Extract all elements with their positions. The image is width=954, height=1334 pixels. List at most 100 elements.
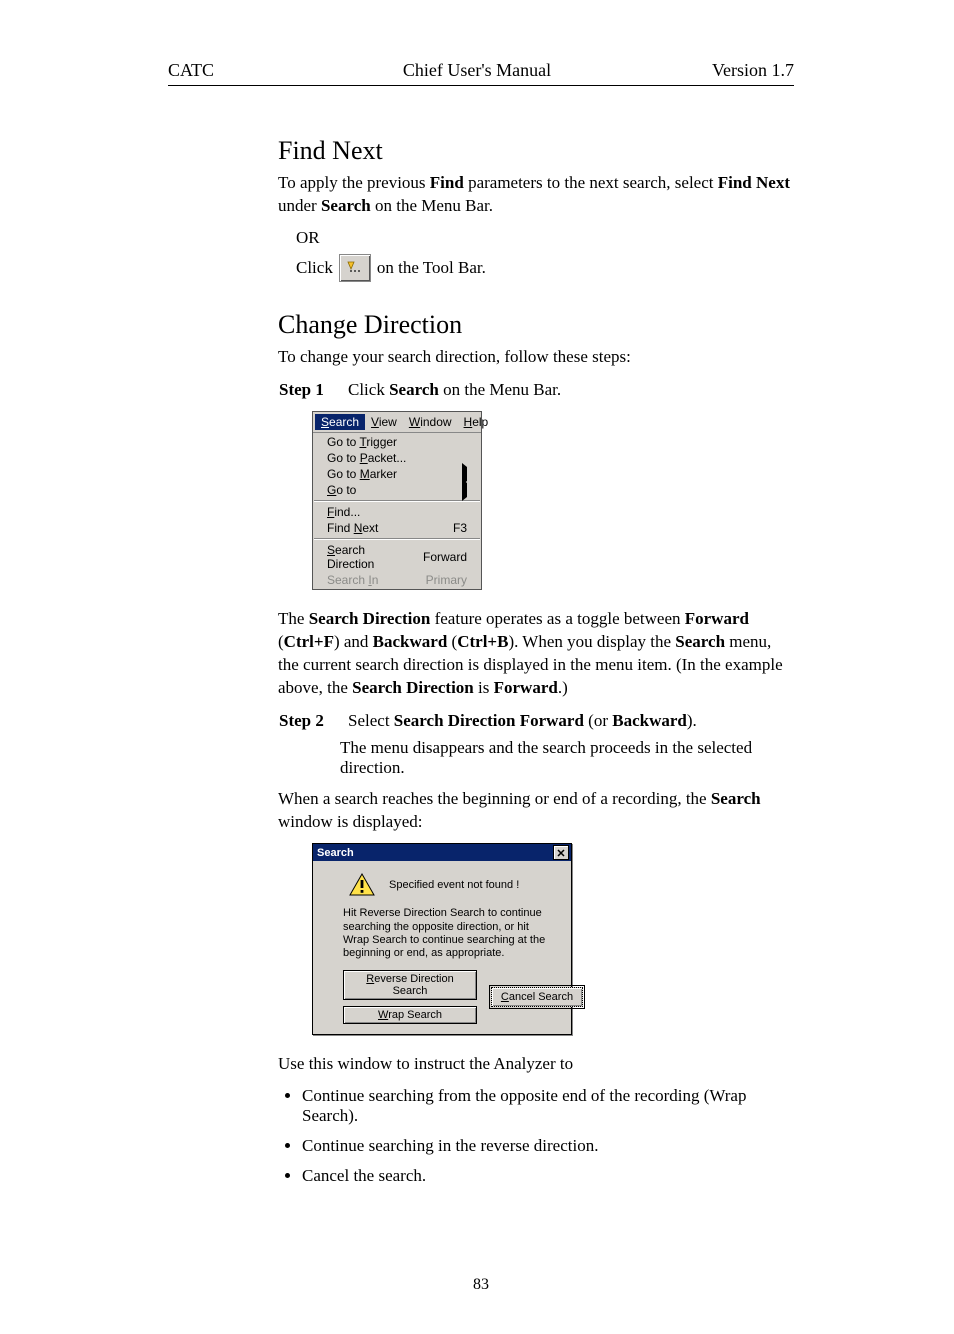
find-next-toolbar-icon — [339, 254, 371, 282]
text: window is displayed: — [278, 812, 423, 831]
header-right: Version 1.7 — [712, 60, 794, 81]
text: ). — [687, 711, 697, 730]
find-next-intro: To apply the previous Find parameters to… — [278, 172, 794, 218]
header-left: CATC — [168, 60, 214, 81]
dialog-message: Specified event not found ! — [389, 879, 519, 891]
value-label: Forward — [413, 550, 467, 564]
step-1-body: Click Search on the Menu Bar. — [347, 379, 794, 401]
reverse-direction-button[interactable]: Reverse Direction Search — [343, 970, 477, 1000]
bullet-2: Continue searching in the reverse direct… — [302, 1136, 794, 1156]
step-1-label: Step 1 — [278, 379, 347, 401]
or-block: OR Click on the Tool Bar. — [296, 228, 794, 282]
text-bold: Search Direction Forward — [394, 711, 584, 730]
text: ). When you display the — [508, 632, 675, 651]
text-bold: Ctrl+B — [457, 632, 508, 651]
change-direction-title: Change Direction — [278, 310, 794, 340]
text: Click — [296, 258, 333, 278]
text: Select — [348, 711, 394, 730]
search-direction-explain: The Search Direction feature operates as… — [278, 608, 794, 700]
instruction-bullets: Continue searching from the opposite end… — [278, 1086, 794, 1186]
click-line: Click on the Tool Bar. — [296, 254, 794, 282]
search-window-intro: When a search reaches the beginning or e… — [278, 788, 794, 834]
step-2-result: The menu disappears and the search proce… — [278, 738, 794, 778]
section-find-next: Find Next To apply the previous Find par… — [278, 136, 794, 282]
menu-goto-trigger[interactable]: Go to Trigger — [313, 434, 481, 450]
menu-search[interactable]: Search — [315, 414, 365, 430]
menu-find-next[interactable]: Find NextF3 — [313, 520, 481, 536]
menu-search-in: Search InPrimary — [313, 572, 481, 588]
change-direction-intro: To change your search direction, follow … — [278, 346, 794, 369]
text: earch — [329, 415, 359, 429]
text-bold: Forward — [494, 678, 558, 697]
dialog-buttons: Reverse Direction Search Wrap Search Can… — [323, 970, 561, 1024]
menu-goto-marker[interactable]: Go to Marker — [313, 466, 481, 482]
text-bold: Search Direction — [352, 678, 474, 697]
text-bold: Backward — [373, 632, 448, 651]
text-bold: Forward — [685, 609, 749, 628]
text-bold: Find — [430, 173, 464, 192]
menu-separator — [314, 500, 480, 502]
text: Click — [348, 380, 389, 399]
text: under — [278, 196, 321, 215]
page-number: 83 — [168, 1276, 794, 1294]
menu-goto[interactable]: Go to — [313, 482, 481, 498]
text: is — [474, 678, 494, 697]
menu-goto-packet[interactable]: Go to Packet... — [313, 450, 481, 466]
text-bold: Search — [321, 196, 371, 215]
value-label: Primary — [416, 573, 467, 587]
step-1: Step 1 Click Search on the Menu Bar. — [278, 379, 794, 401]
step-2-body: Select Search Direction Forward (or Back… — [347, 710, 794, 732]
text: on the Tool Bar. — [377, 258, 486, 278]
text: feature operates as a toggle between — [430, 609, 684, 628]
header-center: Chief User's Manual — [0, 60, 954, 81]
text-bold: Search — [675, 632, 725, 651]
menu-separator — [314, 538, 480, 540]
text: To apply the previous — [278, 173, 430, 192]
text-bold: Search — [389, 380, 439, 399]
text: ( — [447, 632, 457, 651]
section-change-direction: Change Direction To change your search d… — [278, 310, 794, 1186]
close-icon — [557, 849, 565, 857]
menu-bar: Search View Window Help — [313, 412, 481, 433]
text: on the Menu Bar. — [371, 196, 493, 215]
text-bold: Ctrl+F — [284, 632, 334, 651]
dialog-titlebar: Search — [313, 844, 571, 861]
text-bold: Find Next — [718, 173, 790, 192]
search-dialog-screenshot: Search Specified event not found ! — [312, 843, 572, 1035]
warning-icon — [349, 873, 375, 897]
search-menu-screenshot: Search View Window Help Go to Trigger Go… — [312, 411, 482, 590]
menu-search-direction[interactable]: Search DirectionForward — [313, 542, 481, 572]
menu-find[interactable]: Find... — [313, 504, 481, 520]
dialog-body: Specified event not found ! Hit Reverse … — [313, 861, 571, 1034]
text-bold: Backward — [612, 711, 687, 730]
submenu-arrow-icon — [462, 479, 467, 501]
wrap-search-button[interactable]: Wrap Search — [343, 1006, 477, 1024]
text: (or — [584, 711, 612, 730]
bullet-1: Continue searching from the opposite end… — [302, 1086, 794, 1126]
text-bold: Search — [711, 789, 761, 808]
dialog-title: Search — [317, 847, 354, 859]
text-bold: Search Direction — [309, 609, 431, 628]
or-label: OR — [296, 228, 794, 248]
close-button[interactable] — [553, 845, 569, 860]
search-dropdown: Go to Trigger Go to Packet... Go to Mark… — [313, 433, 481, 589]
page: CATC Chief User's Manual Version 1.7 Fin… — [0, 0, 954, 1334]
bullet-3: Cancel the search. — [302, 1166, 794, 1186]
text: When a search reaches the beginning or e… — [278, 789, 711, 808]
menu-view[interactable]: View — [365, 414, 403, 430]
step-2: Step 2 Select Search Direction Forward (… — [278, 710, 794, 732]
page-header: CATC Chief User's Manual Version 1.7 — [168, 60, 794, 86]
cancel-search-button[interactable]: Cancel Search — [491, 987, 583, 1007]
find-next-title: Find Next — [278, 136, 794, 166]
text: The — [278, 609, 309, 628]
use-window-intro: Use this window to instruct the Analyzer… — [278, 1053, 794, 1076]
step-2-label: Step 2 — [278, 710, 347, 732]
text: ) and — [334, 632, 373, 651]
text: parameters to the next search, select — [464, 173, 718, 192]
text: .) — [558, 678, 568, 697]
text: on the Menu Bar. — [439, 380, 561, 399]
menu-window[interactable]: Window — [403, 414, 458, 430]
shortcut-label: F3 — [443, 521, 467, 535]
menu-help[interactable]: Help — [458, 414, 495, 430]
dialog-instructions: Hit Reverse Direction Search to continue… — [323, 907, 561, 970]
